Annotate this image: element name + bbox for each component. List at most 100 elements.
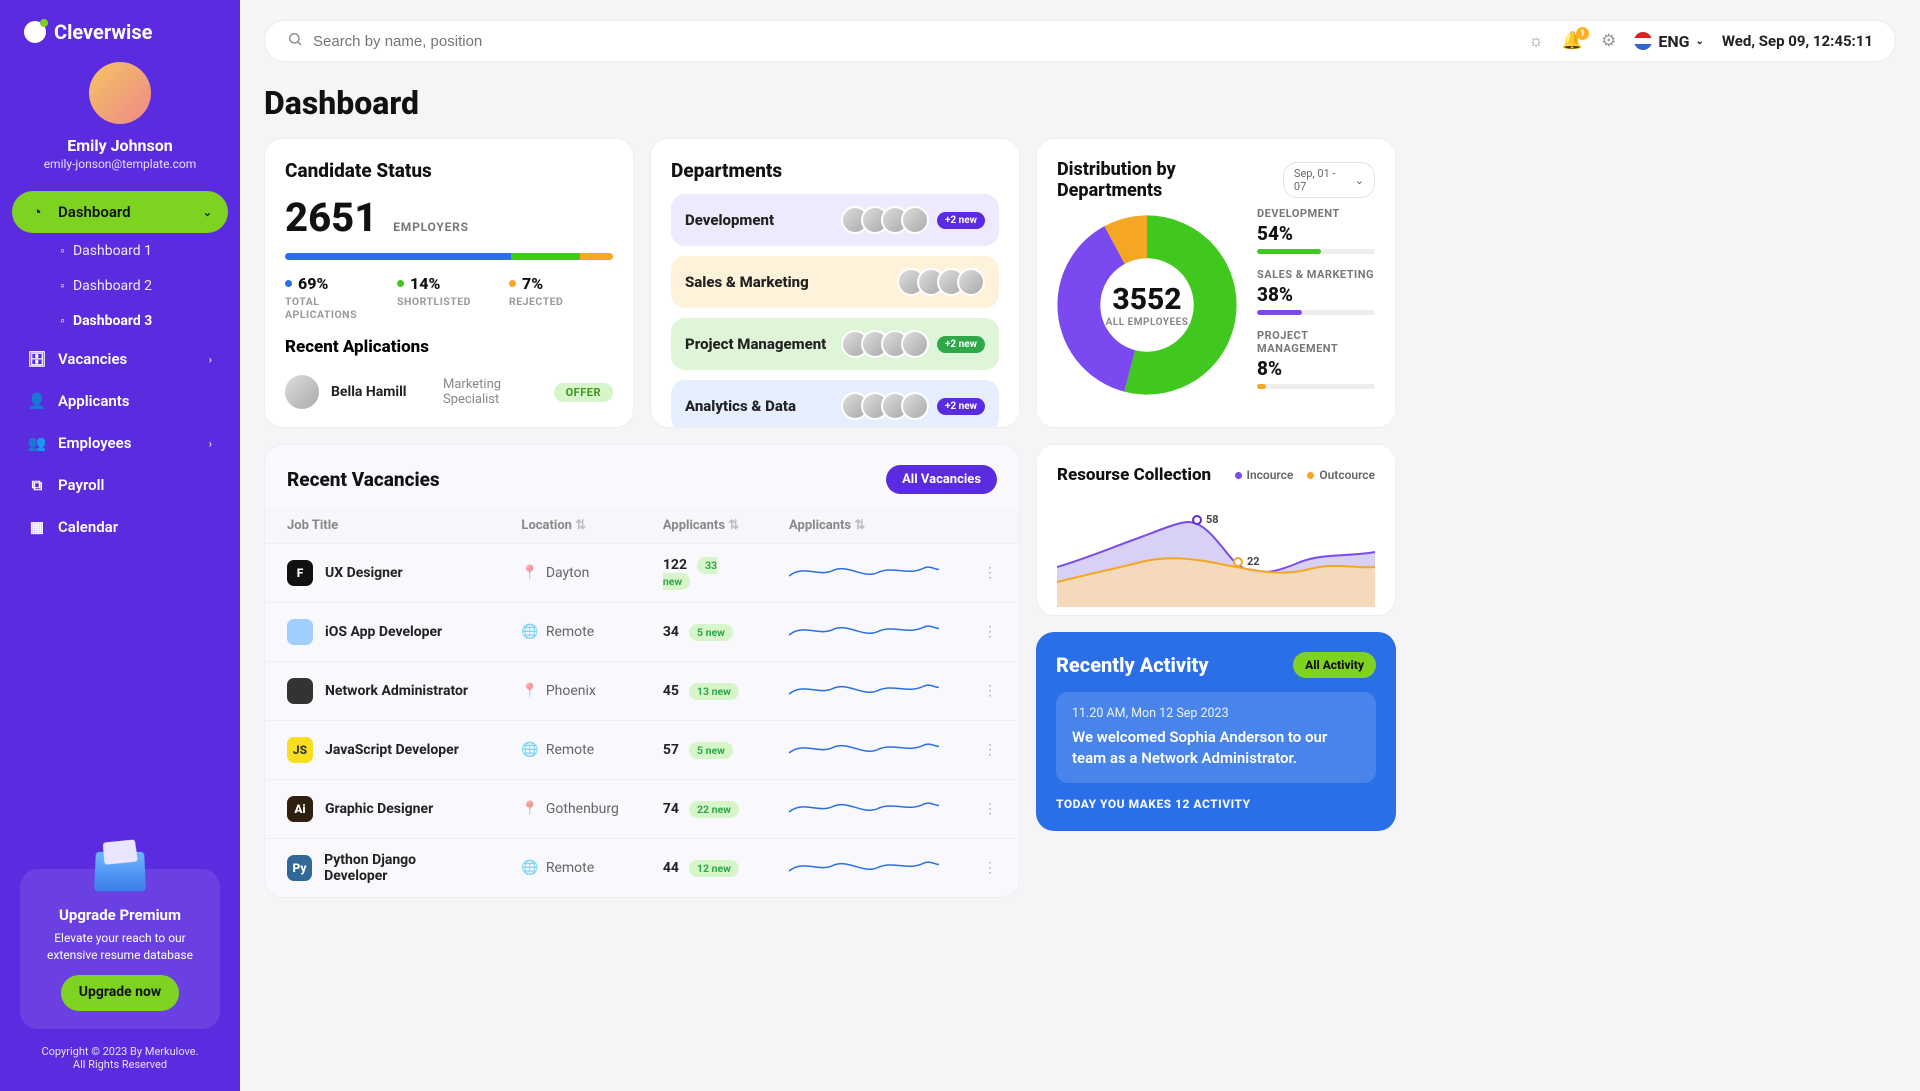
search-input[interactable]: [313, 33, 1512, 50]
activity-text: We welcomed Sophia Anderson to our team …: [1072, 727, 1360, 769]
nav-sub-dashboard-3[interactable]: ◦Dashboard 3: [60, 303, 228, 338]
nav-applicants[interactable]: 👤 Applicants: [12, 380, 228, 422]
department-row[interactable]: Analytics & Data +2 new: [671, 380, 999, 428]
globe-icon: 🌐: [521, 742, 538, 758]
chevron-down-icon: ⌄: [1696, 36, 1704, 47]
applicant-count: 44: [663, 860, 679, 876]
legend-label: DEVELOPMENT: [1257, 207, 1375, 220]
search: [287, 31, 1512, 51]
more-icon[interactable]: ⋮: [983, 683, 997, 699]
theme-toggle-icon[interactable]: ☼: [1528, 31, 1544, 51]
card-title: Recent Vacancies: [287, 468, 440, 491]
new-pill: 22 new: [689, 801, 739, 818]
department-row[interactable]: Sales & Marketing: [671, 256, 999, 308]
status-pill: OFFER: [554, 383, 613, 402]
top-icons: ☼ 🔔1 ⚙ ENG ⌄ Wed, Sep 09, 12:45:11: [1528, 31, 1873, 51]
location: Dayton: [546, 565, 589, 581]
upgrade-title: Upgrade Premium: [34, 905, 206, 926]
col-jobtitle[interactable]: Job Title: [265, 508, 499, 544]
table-row[interactable]: Network Administrator 📍Phoenix 4513 new …: [265, 662, 1019, 721]
job-title: JavaScript Developer: [325, 742, 459, 758]
nav-sub-dashboard-1[interactable]: ◦Dashboard 1: [60, 233, 228, 268]
applicant-count: 45: [663, 683, 679, 699]
lang-select[interactable]: ENG ⌄: [1634, 32, 1704, 51]
person-icon: 👤: [28, 392, 46, 410]
app-icon: F: [287, 560, 313, 586]
pin-icon: 📍: [521, 565, 538, 581]
activity-time: 11.20 AM, Mon 12 Sep 2023: [1072, 706, 1360, 721]
all-vacancies-button[interactable]: All Vacancies: [886, 465, 997, 494]
more-icon[interactable]: ⋮: [983, 565, 997, 581]
status-progress: [285, 253, 613, 260]
candidate-status-card: Candidate Status 2651 EMPLOYERS 69% TOTA…: [264, 138, 634, 428]
departments-card: Departments Development +2 new Sales & M…: [650, 138, 1020, 428]
upgrade-card: Upgrade Premium Elevate your reach to ou…: [20, 869, 220, 1029]
sparkline: [789, 851, 939, 881]
department-row[interactable]: Development +2 new: [671, 194, 999, 246]
sparkline: [789, 615, 939, 645]
sparkline: [789, 792, 939, 822]
chevron-right-icon: ›: [209, 437, 212, 450]
more-icon[interactable]: ⋮: [983, 742, 997, 758]
nav-label: Payroll: [58, 476, 104, 494]
recent-apps-title: Recent Aplications: [285, 337, 613, 357]
nav-vacancies[interactable]: 🗄 Vacancies ›: [12, 338, 228, 380]
donut-total: 3552: [1112, 282, 1181, 317]
sparkline: [789, 674, 939, 704]
recently-activity-card: Recently Activity All Activity 11.20 AM,…: [1036, 632, 1396, 831]
col-location[interactable]: Location ⇅: [499, 508, 640, 544]
brand-name: Cleverwise: [54, 20, 152, 44]
marker-dot: [1192, 515, 1202, 525]
logo[interactable]: Cleverwise: [0, 20, 240, 62]
department-row[interactable]: Project Management +2 new: [671, 318, 999, 370]
avatar[interactable]: [89, 62, 151, 124]
more-icon[interactable]: ⋮: [983, 624, 997, 640]
nav-calendar[interactable]: ▦ Calendar: [12, 506, 228, 548]
applicant-count: 74: [663, 801, 679, 817]
vacancies-table: Job Title Location ⇅ Applicants ⇅ Applic…: [265, 508, 1019, 897]
settings-icon[interactable]: ⚙: [1601, 31, 1616, 51]
applicant-position: Marketing Specialist: [443, 377, 542, 407]
date-range-select[interactable]: Sep, 01 - 07 ⌄: [1283, 162, 1375, 198]
main: ☼ 🔔1 ⚙ ENG ⌄ Wed, Sep 09, 12:45:11 Dashb…: [240, 0, 1920, 1091]
table-row[interactable]: AiGraphic Designer 📍Gothenburg 7422 new …: [265, 780, 1019, 839]
legend-value: 54%: [1257, 222, 1375, 245]
legend-item: SALES & MARKETING 38%: [1257, 268, 1375, 315]
activity-item[interactable]: 11.20 AM, Mon 12 Sep 2023 We welcomed So…: [1056, 692, 1376, 783]
table-row[interactable]: FUX Designer 📍Dayton 12233 new ⋮: [265, 544, 1019, 603]
notifications-icon[interactable]: 🔔1: [1562, 31, 1583, 51]
app-icon: Py: [287, 855, 312, 881]
table-row[interactable]: iOS App Developer 🌐Remote 345 new ⋮: [265, 603, 1019, 662]
briefcase-icon: 🗄: [28, 350, 46, 368]
area-chart: 58 22: [1057, 497, 1375, 607]
nav-sub-dashboard-2[interactable]: ◦Dashboard 2: [60, 268, 228, 303]
department-name: Development: [685, 211, 774, 229]
all-activity-button[interactable]: All Activity: [1293, 652, 1376, 678]
resource-legend: Incource Outcource: [1235, 468, 1376, 482]
app-icon: Ai: [287, 796, 313, 822]
legend-label: PROJECT MANAGEMENT: [1257, 329, 1375, 355]
nav-employees[interactable]: 👥 Employees ›: [12, 422, 228, 464]
chevron-right-icon: ›: [209, 353, 212, 366]
chevron-down-icon: ⌄: [1355, 174, 1364, 187]
job-title: UX Designer: [325, 565, 403, 581]
upgrade-button[interactable]: Upgrade now: [61, 975, 179, 1011]
more-icon[interactable]: ⋮: [983, 801, 997, 817]
datetime: Wed, Sep 09, 12:45:11: [1722, 32, 1873, 50]
pin-icon: 📍: [521, 801, 538, 817]
nav-payroll[interactable]: ⧉ Payroll: [12, 464, 228, 506]
new-pill: 13 new: [689, 683, 739, 700]
total-employers: 2651: [285, 194, 377, 241]
marker-dot: [1233, 557, 1243, 567]
col-applicants[interactable]: Applicants ⇅: [641, 508, 767, 544]
more-icon[interactable]: ⋮: [983, 860, 997, 876]
cards-row-2: Recent Vacancies All Vacancies Job Title…: [264, 444, 1896, 898]
department-name: Sales & Marketing: [685, 273, 809, 291]
globe-icon: 🌐: [521, 624, 538, 640]
col-applicants-2[interactable]: Applicants ⇅: [767, 508, 961, 544]
legend-item: DEVELOPMENT 54%: [1257, 207, 1375, 254]
table-row[interactable]: JSJavaScript Developer 🌐Remote 575 new ⋮: [265, 721, 1019, 780]
table-row[interactable]: PyPython Django Developer 🌐Remote 4412 n…: [265, 839, 1019, 898]
nav-dashboard[interactable]: ◔ Dashboard ⌄: [12, 191, 228, 233]
marker-58: 58: [1206, 513, 1219, 526]
